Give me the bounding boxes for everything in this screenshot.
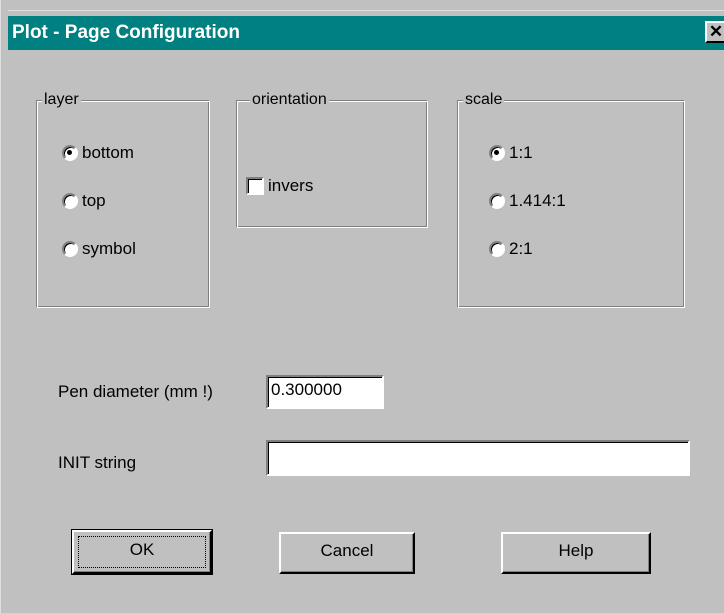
- radio-label: bottom: [82, 143, 134, 162]
- close-button[interactable]: ✕: [705, 21, 724, 43]
- radio-label: top: [82, 191, 106, 210]
- invers-checkbox[interactable]: invers: [246, 176, 313, 196]
- radio-scale-1-414[interactable]: 1.414:1: [489, 191, 566, 211]
- help-button[interactable]: Help: [501, 532, 651, 574]
- radio-label: 1.414:1: [509, 191, 566, 210]
- radio-button-icon[interactable]: [489, 145, 505, 161]
- scale-group-legend: scale: [463, 90, 505, 110]
- invers-label: invers: [268, 176, 314, 195]
- radio-layer-symbol[interactable]: symbol: [62, 239, 136, 259]
- ok-button[interactable]: OK: [71, 529, 213, 575]
- init-string-input[interactable]: [266, 440, 690, 476]
- radio-label: symbol: [82, 239, 136, 258]
- orientation-group-legend: orientation: [250, 90, 329, 110]
- window-border-left: [0, 0, 8, 613]
- init-string-label: INIT string: [58, 453, 137, 472]
- radio-layer-bottom[interactable]: bottom: [62, 143, 134, 163]
- window-border-top: [0, 10, 724, 11]
- radio-label: 2:1: [509, 239, 533, 258]
- layer-group-legend: layer: [42, 90, 81, 110]
- ok-button-label: OK: [78, 536, 206, 568]
- radio-scale-2-1[interactable]: 2:1: [489, 239, 533, 259]
- pen-diameter-input[interactable]: 0.300000: [266, 375, 384, 409]
- checkbox-icon[interactable]: [246, 177, 264, 195]
- orientation-group: orientation invers: [236, 90, 428, 228]
- cancel-button[interactable]: Cancel: [279, 532, 415, 574]
- close-icon: ✕: [708, 22, 724, 41]
- scale-group: scale 1:1 1.414:1 2:1: [457, 90, 685, 308]
- radio-label: 1:1: [509, 143, 533, 162]
- dialog-window: Plot - Page Configuration ✕ layer bottom…: [0, 0, 724, 613]
- radio-scale-1-1[interactable]: 1:1: [489, 143, 533, 163]
- radio-button-icon[interactable]: [489, 193, 505, 209]
- layer-group: layer bottom top symbol: [36, 90, 210, 308]
- pen-diameter-label: Pen diameter (mm !): [58, 382, 213, 401]
- title-bar[interactable]: Plot - Page Configuration ✕: [8, 16, 724, 50]
- radio-button-icon[interactable]: [62, 145, 78, 161]
- radio-layer-top[interactable]: top: [62, 191, 106, 211]
- window-title: Plot - Page Configuration: [12, 22, 240, 43]
- radio-button-icon[interactable]: [489, 241, 505, 257]
- radio-button-icon[interactable]: [62, 193, 78, 209]
- radio-button-icon[interactable]: [62, 241, 78, 257]
- orientation-group-frame: [236, 100, 428, 228]
